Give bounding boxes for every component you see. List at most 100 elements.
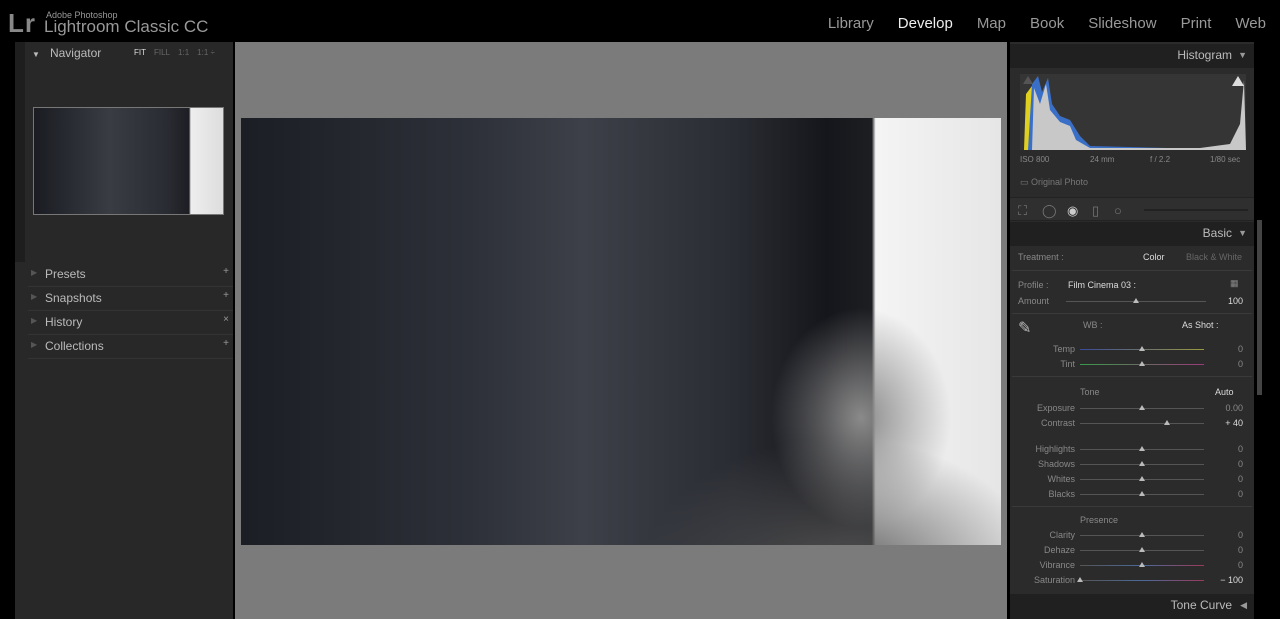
wb-label: WB : bbox=[1083, 320, 1103, 330]
collapse-triangle-icon: ▼ bbox=[32, 50, 40, 59]
module-library[interactable]: Library bbox=[828, 15, 874, 32]
treatment-color[interactable]: Color bbox=[1143, 252, 1165, 262]
slider-knob[interactable] bbox=[1139, 446, 1145, 451]
panel-label: Snapshots bbox=[45, 291, 102, 305]
collapse-triangle-icon: ▼ bbox=[1238, 50, 1247, 60]
dehaze-slider[interactable] bbox=[1080, 547, 1204, 552]
slider-knob[interactable] bbox=[1139, 491, 1145, 496]
panel-history[interactable]: ▶ History × bbox=[28, 311, 233, 335]
zoom-1-1[interactable]: 1:1 bbox=[178, 48, 189, 57]
slider-knob[interactable] bbox=[1139, 405, 1145, 410]
photo-icon: ▭ bbox=[1020, 177, 1029, 187]
dehaze-value[interactable]: 0 bbox=[1203, 545, 1243, 555]
original-photo-label: Original Photo bbox=[1031, 177, 1089, 187]
module-book[interactable]: Book bbox=[1030, 15, 1064, 32]
panel-snapshots[interactable]: ▶ Snapshots + bbox=[28, 287, 233, 311]
slider-knob[interactable] bbox=[1077, 577, 1083, 582]
vibrance-label: Vibrance bbox=[1039, 560, 1075, 570]
basic-header[interactable]: Basic ▼ bbox=[1010, 222, 1254, 246]
eyedropper-icon[interactable]: ✎ bbox=[1018, 318, 1031, 338]
slider-knob[interactable] bbox=[1139, 461, 1145, 466]
profile-browser-icon[interactable]: ▦ bbox=[1230, 278, 1239, 289]
slider-knob[interactable] bbox=[1139, 476, 1145, 481]
saturation-value[interactable]: − 100 bbox=[1203, 575, 1243, 585]
saturation-label: Saturation bbox=[1033, 575, 1075, 585]
slider-knob[interactable] bbox=[1139, 562, 1145, 567]
clarity-slider[interactable] bbox=[1080, 532, 1204, 537]
zoom-custom[interactable]: 1:1 ÷ bbox=[197, 48, 215, 57]
profile-dropdown[interactable]: Film Cinema 03 : bbox=[1068, 280, 1136, 290]
amount-slider[interactable] bbox=[1066, 298, 1206, 303]
auto-tone-button[interactable]: Auto bbox=[1215, 387, 1234, 397]
temp-value[interactable]: 0 bbox=[1203, 344, 1243, 354]
panel-presets[interactable]: ▶ Presets + bbox=[28, 263, 233, 287]
vibrance-value[interactable]: 0 bbox=[1203, 560, 1243, 570]
highlights-slider[interactable] bbox=[1080, 446, 1204, 451]
tint-value[interactable]: 0 bbox=[1203, 359, 1243, 369]
tool-strip: ⛶ ◯ ◉ ▯ ○ bbox=[1010, 197, 1254, 221]
clarity-value[interactable]: 0 bbox=[1203, 530, 1243, 540]
zoom-fit[interactable]: FIT bbox=[134, 48, 146, 57]
treatment-black-white[interactable]: Black & White bbox=[1186, 252, 1242, 262]
whites-value[interactable]: 0 bbox=[1203, 474, 1243, 484]
histogram-header[interactable]: Histogram ▼ bbox=[1010, 44, 1254, 68]
highlights-value[interactable]: 0 bbox=[1203, 444, 1243, 454]
exif-shutter: 1/80 sec bbox=[1210, 155, 1241, 164]
tone-curve-header[interactable]: Tone Curve ◀ bbox=[1010, 594, 1254, 619]
left-panel-strip bbox=[15, 42, 25, 262]
brush-slider[interactable] bbox=[1144, 209, 1248, 211]
exposure-value[interactable]: 0.00 bbox=[1203, 403, 1243, 413]
panel-action-icon[interactable]: + bbox=[223, 266, 229, 277]
contrast-value[interactable]: + 40 bbox=[1203, 418, 1243, 428]
amount-label: Amount bbox=[1018, 296, 1050, 306]
saturation-slider[interactable] bbox=[1077, 577, 1204, 582]
exposure-slider[interactable] bbox=[1080, 405, 1204, 410]
navigator-preview[interactable] bbox=[33, 107, 224, 215]
blacks-value[interactable]: 0 bbox=[1203, 489, 1243, 499]
highlights-label: Highlights bbox=[1035, 444, 1075, 454]
crop-icon[interactable]: ⛶ bbox=[1018, 203, 1027, 219]
graduated-filter-icon[interactable]: ▯ bbox=[1092, 203, 1099, 219]
contrast-slider[interactable] bbox=[1080, 420, 1204, 425]
slider-knob[interactable] bbox=[1139, 547, 1145, 552]
radial-filter-icon[interactable]: ○ bbox=[1114, 203, 1122, 218]
blacks-slider[interactable] bbox=[1080, 491, 1204, 496]
slider-knob[interactable] bbox=[1139, 532, 1145, 537]
brand-name: Lightroom Classic CC bbox=[44, 17, 209, 36]
wb-dropdown[interactable]: As Shot : bbox=[1182, 320, 1219, 330]
original-photo-toggle[interactable]: ▭ Original Photo bbox=[1020, 177, 1088, 188]
main-photo[interactable] bbox=[241, 118, 1001, 545]
amount-value[interactable]: 100 bbox=[1203, 296, 1243, 306]
spot-removal-icon[interactable]: ◯ bbox=[1042, 203, 1057, 219]
panel-collections[interactable]: ▶ Collections + bbox=[28, 335, 233, 359]
collapse-triangle-icon: ▼ bbox=[1238, 228, 1247, 238]
shadows-value[interactable]: 0 bbox=[1203, 459, 1243, 469]
slider-knob[interactable] bbox=[1133, 298, 1139, 303]
module-map[interactable]: Map bbox=[977, 15, 1006, 32]
module-develop[interactable]: Develop bbox=[898, 15, 953, 32]
panel-action-icon[interactable]: × bbox=[223, 314, 229, 325]
navigator-title: Navigator bbox=[49, 46, 102, 60]
slider-knob[interactable] bbox=[1163, 420, 1170, 425]
red-eye-icon[interactable]: ◉ bbox=[1067, 203, 1078, 219]
slider-knob[interactable] bbox=[1139, 361, 1145, 366]
tint-slider[interactable] bbox=[1080, 361, 1204, 366]
module-picker: Library Develop Map Book Slideshow Print Web bbox=[804, 15, 1266, 32]
whites-slider[interactable] bbox=[1080, 476, 1204, 481]
vibrance-slider[interactable] bbox=[1080, 562, 1204, 567]
panel-action-icon[interactable]: + bbox=[223, 290, 229, 301]
navigator-header[interactable]: ▼ Navigator bbox=[32, 46, 101, 60]
right-panel-scrollbar[interactable] bbox=[1257, 220, 1262, 395]
zoom-fill[interactable]: FILL bbox=[154, 48, 170, 57]
module-print[interactable]: Print bbox=[1181, 15, 1212, 32]
panel-action-icon[interactable]: + bbox=[223, 338, 229, 349]
temp-slider[interactable] bbox=[1080, 346, 1204, 351]
slider-knob[interactable] bbox=[1139, 346, 1145, 351]
tone-label: Tone bbox=[1080, 387, 1100, 397]
panel-label: Collections bbox=[45, 339, 104, 353]
shadows-slider[interactable] bbox=[1080, 461, 1204, 466]
module-slideshow[interactable]: Slideshow bbox=[1088, 15, 1156, 32]
treatment-label: Treatment : bbox=[1018, 252, 1064, 262]
module-web[interactable]: Web bbox=[1235, 15, 1266, 32]
panel-label: Presets bbox=[45, 267, 86, 281]
